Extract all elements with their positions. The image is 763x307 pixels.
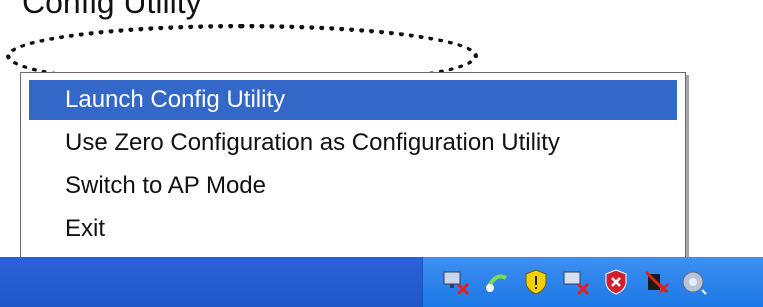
security-shield-icon[interactable] — [521, 267, 551, 297]
menu-item-launch-config-utility[interactable]: Launch Config Utility — [29, 80, 677, 120]
system-tray — [422, 257, 763, 307]
context-menu: Launch Config Utility Use Zero Configura… — [20, 72, 686, 260]
network-connection-icon[interactable] — [481, 267, 511, 297]
config-utility-caption: Config Utility — [22, 0, 202, 20]
menu-item-switch-to-ap-mode[interactable]: Switch to AP Mode — [29, 166, 677, 206]
volume-icon[interactable] — [679, 267, 709, 297]
menu-item-use-zero-configuration[interactable]: Use Zero Configuration as Configuration … — [29, 123, 677, 163]
antivirus-shield-icon[interactable] — [601, 267, 631, 297]
wireless-disabled-icon[interactable] — [641, 267, 671, 297]
menu-item-exit[interactable]: Exit — [29, 209, 677, 249]
network-error-icon[interactable] — [561, 267, 591, 297]
network-disconnected-icon[interactable] — [441, 267, 471, 297]
